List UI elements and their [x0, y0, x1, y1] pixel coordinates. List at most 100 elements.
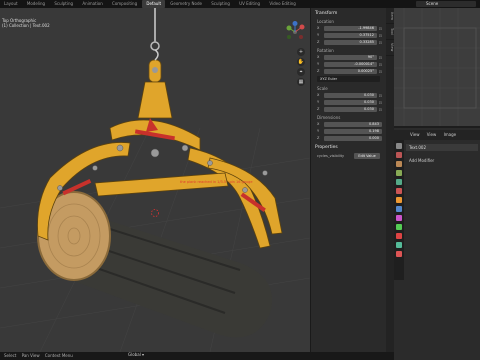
transform-orientation-select[interactable]: Global ▾: [128, 351, 144, 358]
scale-z-field[interactable]: 0.030: [324, 106, 377, 112]
dimensions-label: Dimensions: [317, 115, 341, 120]
rotation-y-row: Y -0.000014° ⊡: [317, 61, 382, 67]
view-menu[interactable]: View: [410, 132, 420, 137]
lock-icon[interactable]: ⊡: [377, 107, 382, 112]
rotation-label: Rotation: [317, 48, 334, 53]
image-editor[interactable]: [394, 8, 480, 128]
3d-cursor: [151, 209, 159, 217]
object-icon[interactable]: [396, 197, 402, 203]
location-label: Location: [317, 19, 334, 24]
rotation-x-field[interactable]: 90°: [324, 54, 377, 60]
dimensions-y-field[interactable]: 0.198: [324, 128, 382, 134]
rotation-y-field[interactable]: -0.000014°: [324, 61, 377, 67]
status-pan: Pan View: [21, 353, 40, 358]
workspace-tab[interactable]: Animation: [78, 0, 106, 8]
lock-icon[interactable]: ⊡: [377, 33, 382, 38]
sidebar-tab-item[interactable]: Item: [386, 8, 394, 24]
location-x-row: X -1.99846 ⊡: [317, 25, 382, 31]
properties-panel-header[interactable]: Properties: [311, 142, 386, 151]
tool-icon[interactable]: [396, 143, 402, 149]
particles-icon[interactable]: [396, 215, 402, 221]
viewport-annotation: the plank reached in 1/3.5 · pin 16 gaug…: [180, 180, 253, 184]
lock-icon[interactable]: ⊡: [377, 93, 382, 98]
right-editors: View View Image Text.002 Add Modifier: [394, 8, 480, 360]
scale-x-row: X 0.030 ⊡: [317, 92, 382, 98]
location-x-field[interactable]: -1.99846: [324, 25, 377, 31]
lock-icon[interactable]: ⊡: [377, 40, 382, 45]
sidebar-tab-view[interactable]: View: [386, 40, 394, 56]
workspace-tabs-bar: Layout Modeling Sculpting Animation Comp…: [0, 0, 480, 8]
location-y-field[interactable]: 0.37512: [324, 32, 377, 38]
status-bar: Select Pan View Context Menu: [0, 352, 394, 360]
output-icon[interactable]: [396, 161, 402, 167]
scale-z-row: Z 0.030 ⊡: [317, 106, 382, 112]
location-z-row: Z 0.33285 ⊡: [317, 39, 382, 45]
lock-icon[interactable]: ⊡: [377, 26, 382, 31]
location-y-row: Y 0.37512 ⊡: [317, 32, 382, 38]
add-modifier-button[interactable]: Add Modifier: [406, 157, 478, 164]
grid-icon[interactable]: ▦: [297, 78, 305, 86]
view-menu[interactable]: View: [427, 132, 437, 137]
modifier-wrench-icon[interactable]: [396, 206, 402, 212]
rotation-mode-select[interactable]: XYZ Euler: [317, 76, 380, 82]
workspace-tab[interactable]: Sculpting: [207, 0, 234, 8]
scene-name: Scene: [426, 1, 439, 6]
image-editor-header: View View Image: [394, 130, 480, 140]
workspace-tab[interactable]: Sculpting: [50, 0, 77, 8]
log: [37, 191, 272, 338]
lock-icon[interactable]: ⊡: [377, 55, 382, 60]
constraints-icon[interactable]: [396, 233, 402, 239]
navigation-gizmo[interactable]: [284, 21, 306, 43]
scene-render: the plank reached in 1/3.5 · pin 16 gaug…: [0, 8, 310, 352]
workspace-tab[interactable]: Modeling: [23, 0, 49, 8]
workspace-tab-active[interactable]: Default: [142, 0, 166, 8]
zoom-icon[interactable]: +: [297, 48, 305, 56]
image-menu[interactable]: Image: [444, 132, 457, 137]
active-object-label: (1) Collection | Text.002: [2, 23, 50, 28]
workspace-tab[interactable]: Layout: [0, 0, 22, 8]
custom-property-row: cycles_visibility Edit Value: [317, 153, 380, 159]
rotation-z-row: Z 0.00025° ⊡: [317, 68, 382, 74]
dimensions-z-field[interactable]: 0.000: [324, 135, 382, 141]
custom-property-label: cycles_visibility: [317, 154, 345, 158]
rotation-z-field[interactable]: 0.00025°: [324, 68, 377, 74]
physics-icon[interactable]: [396, 224, 402, 230]
scene-selector[interactable]: Scene: [416, 1, 476, 7]
data-icon[interactable]: [396, 242, 402, 248]
sidebar-tab-tool[interactable]: Tool: [386, 24, 394, 40]
viewport-nav-tools: + ✋ ⌖ ▦: [297, 48, 306, 88]
lock-icon[interactable]: ⊡: [377, 62, 382, 67]
rotation-x-row: X 90° ⊡: [317, 54, 382, 60]
3d-viewport[interactable]: the plank reached in 1/3.5 · pin 16 gaug…: [0, 8, 310, 352]
crane-hook: [148, 8, 162, 83]
dimensions-y-row: Y 0.198: [317, 128, 382, 134]
scale-y-field[interactable]: 0.030: [324, 99, 377, 105]
material-icon[interactable]: [396, 251, 402, 257]
edit-value-button[interactable]: Edit Value: [354, 153, 380, 159]
dimensions-x-row: X 0.843: [317, 121, 382, 127]
camera-icon[interactable]: ⌖: [297, 68, 305, 76]
status-select: Select: [4, 353, 17, 358]
pan-hand-icon[interactable]: ✋: [297, 58, 305, 66]
object-name-field[interactable]: Text.002: [406, 144, 478, 151]
uv-grid: [394, 8, 480, 126]
lock-icon[interactable]: ⊡: [377, 100, 382, 105]
sidebar-n-panel: Transform Location X -1.99846 ⊡ Y 0.3751…: [310, 8, 386, 352]
transform-panel-header[interactable]: Transform: [311, 8, 386, 17]
workspace-tab[interactable]: UV Editing: [235, 0, 264, 8]
world-icon[interactable]: [396, 188, 402, 194]
lock-icon[interactable]: ⊡: [377, 69, 382, 74]
viewport-info: Top Orthographic (1) Collection | Text.0…: [2, 18, 50, 28]
scale-x-field[interactable]: 0.030: [324, 92, 377, 98]
workspace-tab[interactable]: Geometry Node: [166, 0, 206, 8]
workspace-tab[interactable]: Compositing: [108, 0, 141, 8]
status-context: Context Menu: [44, 353, 73, 358]
view-layer-icon[interactable]: [396, 170, 402, 176]
dimensions-x-field[interactable]: 0.843: [324, 121, 382, 127]
location-z-field[interactable]: 0.33285: [324, 39, 377, 45]
scene-icon[interactable]: [396, 179, 402, 185]
workspace-tab[interactable]: Video Editing: [265, 0, 299, 8]
modifier-panel: Text.002 Add Modifier: [406, 144, 478, 164]
scale-label: Scale: [317, 86, 328, 91]
render-icon[interactable]: [396, 152, 402, 158]
